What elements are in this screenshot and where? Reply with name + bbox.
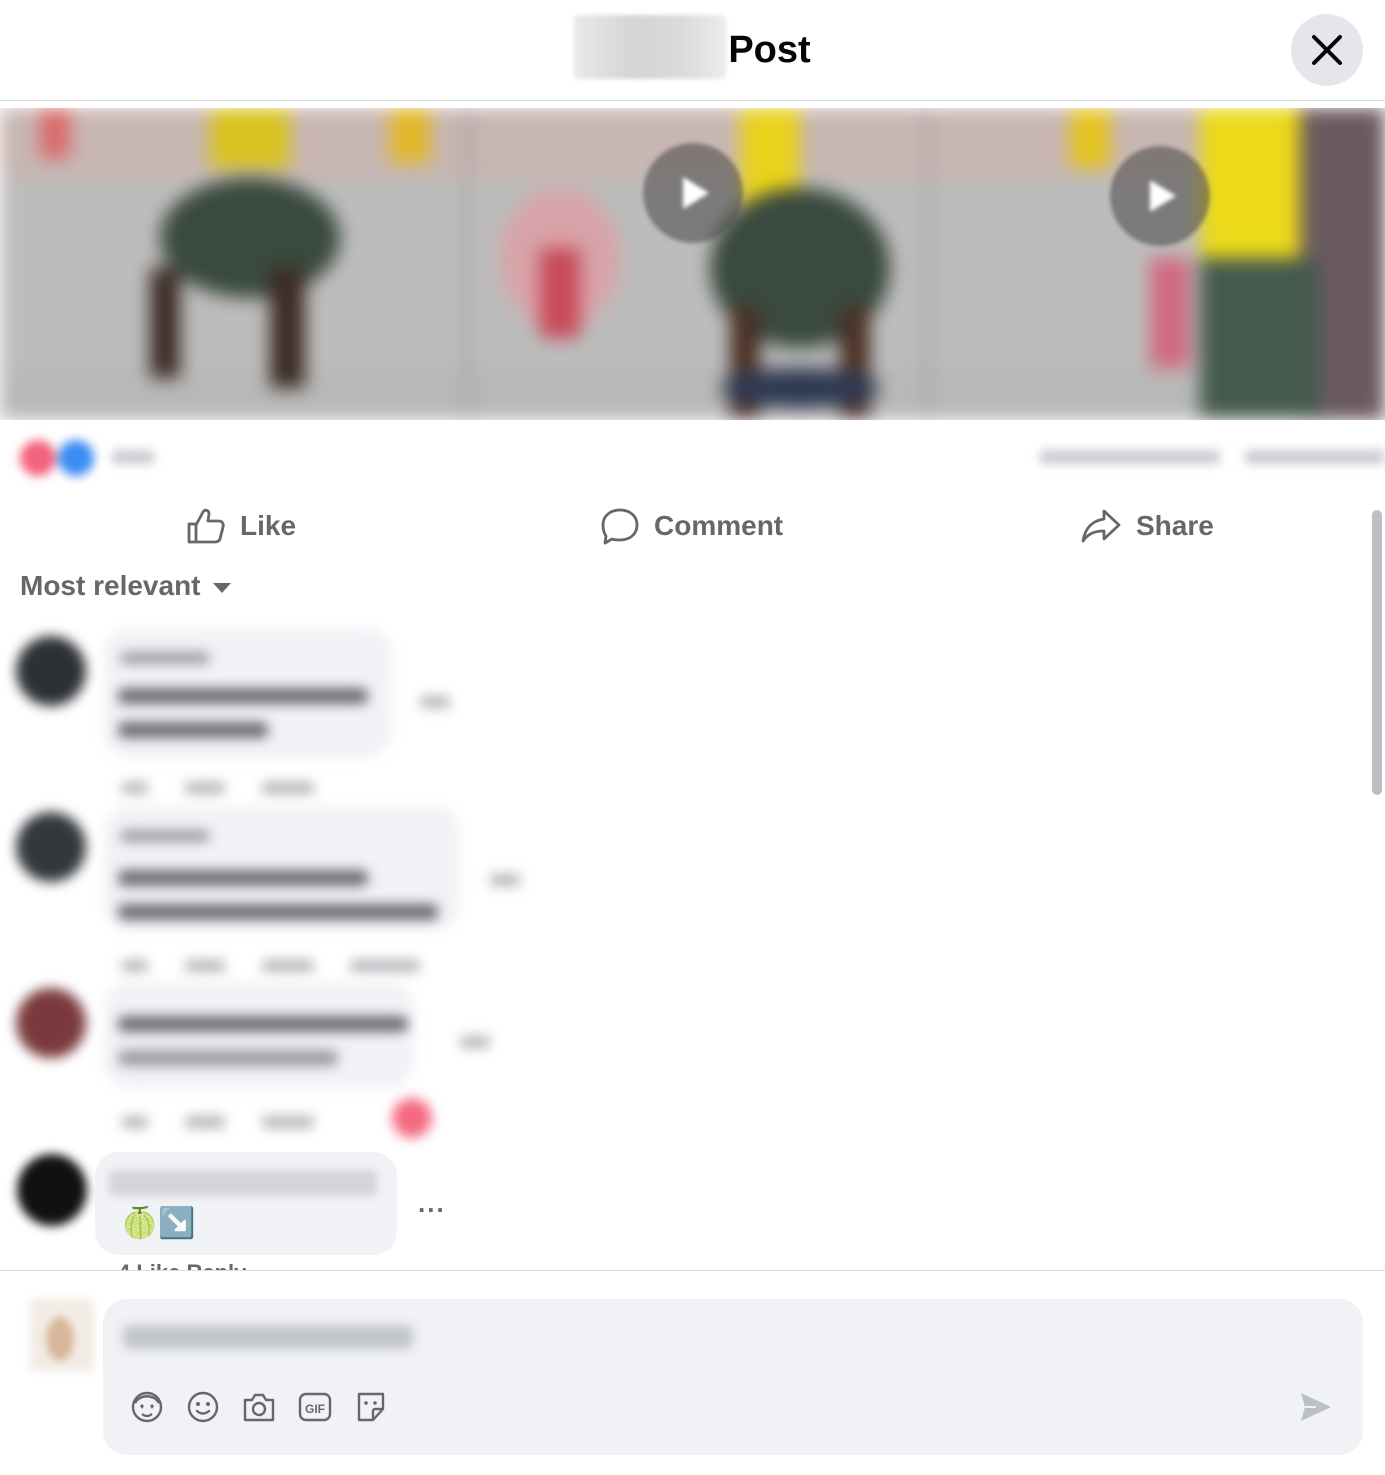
gif-icon: GIF: [298, 1392, 332, 1422]
comment-reply-link[interactable]: [262, 782, 314, 794]
video-attachments[interactable]: [0, 108, 1385, 420]
play-button-video-2[interactable]: [1110, 146, 1210, 246]
love-reaction-icon: [20, 440, 56, 476]
comment-sort-dropdown[interactable]: Most relevant: [20, 570, 231, 602]
thumbs-up-icon: [187, 508, 225, 544]
sticker-button[interactable]: [351, 1387, 391, 1427]
comment-item[interactable]: 🍈↘️ ... 4 Like Reply: [0, 1140, 600, 1270]
commenter-name: [120, 830, 210, 842]
comment-time: [122, 782, 148, 794]
caret-down-icon: [212, 583, 231, 593]
scrollbar[interactable]: [1368, 510, 1382, 800]
comment-like-link[interactable]: [185, 960, 225, 972]
post-scroll-area[interactable]: Like Comment Share Most relevant 🍈↘️ ...: [0, 100, 1385, 1270]
share-arrow-icon: [1081, 509, 1121, 543]
gif-button[interactable]: GIF: [295, 1387, 335, 1427]
comment-item[interactable]: [0, 976, 560, 1146]
commenter-avatar[interactable]: [16, 988, 86, 1058]
sticker-icon: [357, 1392, 385, 1422]
comment-reply-link[interactable]: [262, 960, 314, 972]
comment-item[interactable]: [0, 622, 560, 802]
commenter-name: [120, 652, 210, 664]
scrollbar-thumb[interactable]: [1372, 510, 1382, 795]
like-reaction-icon: [58, 440, 94, 476]
dialog-title: Post: [0, 14, 1385, 79]
camera-icon: [243, 1393, 275, 1422]
avatar-sticker-icon: [131, 1391, 163, 1423]
comment-composer: GIF: [0, 1270, 1385, 1475]
comment-like-link[interactable]: [185, 782, 225, 794]
comment-extra-link[interactable]: [350, 960, 420, 972]
comment-text: [118, 904, 438, 920]
current-user-avatar: [30, 1299, 94, 1371]
comment-reply-link[interactable]: [262, 1116, 314, 1128]
comment-text: [118, 1016, 408, 1032]
commenter-avatar[interactable]: [16, 636, 86, 706]
post-action-bar: Like Comment Share: [0, 496, 1365, 556]
comment-options[interactable]: [490, 874, 520, 886]
comment-text: [118, 688, 368, 704]
comment-bubble: 🍈↘️: [95, 1152, 397, 1255]
comment-box: GIF: [103, 1299, 1363, 1455]
avatar-image: [17, 1154, 87, 1226]
comment-options[interactable]: [460, 1036, 490, 1048]
comment-text: [118, 722, 268, 738]
love-reaction-icon: [392, 1098, 432, 1138]
dialog-header: Post: [0, 0, 1385, 101]
send-button[interactable]: [1295, 1387, 1337, 1427]
share-count: [1245, 450, 1385, 464]
reaction-summary-row[interactable]: [0, 430, 1385, 490]
commenter-avatar[interactable]: [16, 812, 86, 882]
send-icon: [1301, 1393, 1331, 1421]
close-icon: [1312, 35, 1342, 65]
comment-item[interactable]: [0, 800, 560, 980]
comment-meta-row: 4 Like Reply: [118, 1260, 246, 1270]
comment-like-link[interactable]: [185, 1116, 225, 1128]
comment-count: [1040, 450, 1220, 464]
blurred-author-name: [574, 14, 727, 79]
sort-label: Most relevant: [20, 570, 201, 601]
commenter-avatar[interactable]: [15, 1152, 87, 1232]
close-button[interactable]: [1291, 14, 1363, 86]
comment-bubble: [104, 982, 414, 1088]
comment-input[interactable]: [121, 1317, 1225, 1359]
play-icon: [1150, 180, 1176, 212]
dialog-title-text: Post: [728, 29, 811, 71]
comment-text: [118, 1050, 338, 1066]
share-label: Share: [1136, 510, 1214, 541]
comment-bubble-icon: [601, 508, 639, 545]
play-button-video-1[interactable]: [643, 143, 743, 243]
commenter-name[interactable]: [109, 1170, 377, 1196]
avatar-sticker-button[interactable]: [127, 1387, 167, 1427]
emoji-icon: [187, 1391, 219, 1423]
photo-button[interactable]: [239, 1387, 279, 1427]
like-button[interactable]: Like: [186, 496, 296, 556]
share-button[interactable]: Share: [1080, 496, 1214, 556]
like-label: Like: [240, 510, 297, 541]
emoji-button[interactable]: [183, 1387, 223, 1427]
comment-time: [122, 1116, 148, 1128]
svg-text:GIF: GIF: [305, 1402, 325, 1416]
comment-button[interactable]: Comment: [600, 496, 783, 556]
comment-text: 🍈↘️: [121, 1206, 196, 1241]
play-icon: [683, 177, 709, 209]
comment-text: [118, 870, 368, 886]
comment-label: Comment: [654, 510, 784, 541]
comment-time: [122, 960, 148, 972]
comment-more-options[interactable]: ...: [418, 1188, 446, 1219]
comment-options[interactable]: [420, 696, 450, 708]
reaction-count: [112, 450, 154, 464]
